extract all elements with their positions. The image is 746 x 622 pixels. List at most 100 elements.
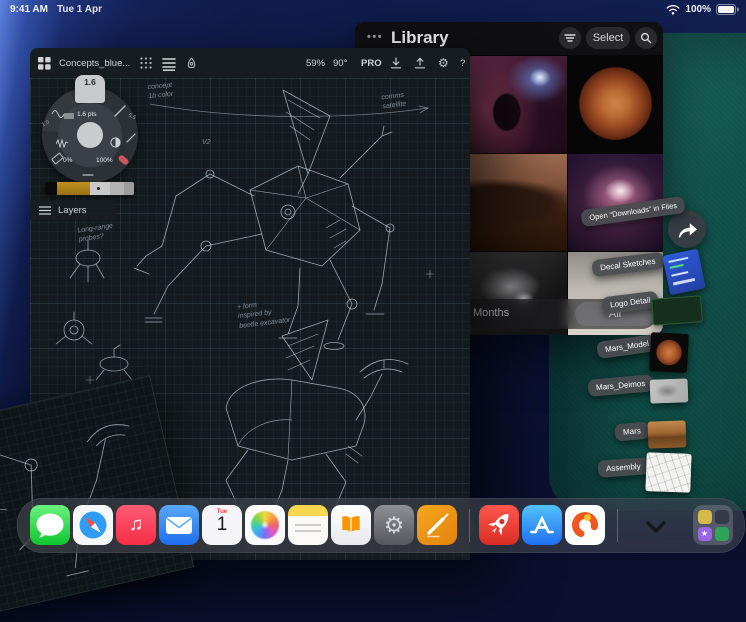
- dot-grid-button[interactable]: [140, 48, 152, 78]
- export-button[interactable]: [414, 48, 426, 78]
- safari-compass-icon: [79, 511, 107, 539]
- dock-icon-messages[interactable]: [30, 505, 70, 545]
- tool-wheel-hub[interactable]: [77, 122, 103, 148]
- forward-arrow-icon: [678, 223, 697, 238]
- selected-swatch-dot: [97, 187, 100, 190]
- filter-menu-button[interactable]: [559, 27, 581, 49]
- import-icon: [390, 57, 402, 69]
- dock-icon-settings[interactable]: ⚙: [374, 505, 414, 545]
- drag-thumb-logo-detail[interactable]: [651, 295, 703, 326]
- dock-icon-rocket-app[interactable]: [479, 505, 519, 545]
- pen-nib-button[interactable]: [185, 48, 198, 78]
- decal-mark-2: [669, 263, 684, 269]
- dock-icon-music[interactable]: ♫: [116, 505, 156, 545]
- app-library-mini-yellow: [697, 509, 712, 524]
- messages-bubble-icon: [36, 513, 64, 538]
- note-satellite: comms satellite: [381, 91, 407, 111]
- rotation-value[interactable]: 90°: [333, 48, 347, 78]
- notes-line: [295, 530, 321, 532]
- c-logo-icon: [572, 512, 598, 538]
- dock-icon-app-store[interactable]: [522, 505, 562, 545]
- dock-icon-books[interactable]: [331, 505, 371, 545]
- more-options-button[interactable]: •••: [367, 31, 383, 43]
- concepts-pen-icon: [427, 513, 449, 538]
- select-button[interactable]: Select: [586, 27, 630, 49]
- battery-percent: 100%: [685, 4, 711, 15]
- import-button[interactable]: [390, 48, 402, 78]
- layer-lines-button-selected[interactable]: [162, 48, 176, 78]
- brush-tool-icon: [114, 105, 126, 117]
- drag-thumb-assembly[interactable]: [645, 452, 692, 493]
- stroke-size-label: 1.6 pts: [77, 111, 97, 118]
- dock-divider: [617, 509, 618, 542]
- swatch-dark-gray[interactable]: [124, 182, 134, 195]
- decal-mark-1: [668, 256, 689, 263]
- dock-icon-safari[interactable]: [73, 505, 113, 545]
- dock-icon-mail[interactable]: [159, 505, 199, 545]
- drag-thumb-mars-model[interactable]: [649, 332, 689, 373]
- help-button[interactable]: ?: [460, 48, 465, 78]
- swatch-black[interactable]: [45, 182, 57, 195]
- open-book-icon: [342, 516, 360, 533]
- photo-thumb-horsehead-nebula[interactable]: [463, 56, 567, 153]
- color-swatch-bar[interactable]: [45, 182, 134, 195]
- dock-icon-c-logo-app[interactable]: [565, 505, 605, 545]
- status-bar: 9:41 AM Tue 1 Apr 100%: [0, 0, 746, 20]
- dock-icon-calendar[interactable]: Tue 1: [202, 505, 242, 545]
- app-library-mini-purple: ★: [697, 526, 712, 541]
- active-tool-flag[interactable]: 1.6: [75, 75, 105, 103]
- dot-grid-icon: [140, 57, 152, 69]
- drag-thumb-mars[interactable]: [647, 420, 687, 449]
- search-button[interactable]: [635, 27, 657, 49]
- layers-label: Layers: [58, 204, 87, 216]
- swatch-light-gray-selected[interactable]: [90, 182, 110, 195]
- calendar-day: 1: [216, 514, 228, 535]
- settings-gear-button[interactable]: ⚙: [438, 48, 449, 78]
- stroke-lines-glyph: [64, 113, 74, 119]
- tab-months[interactable]: Months: [473, 307, 509, 319]
- dock-icon-notes[interactable]: [288, 505, 328, 545]
- opacity-right-label: 100%: [96, 157, 113, 164]
- dock-icon-concepts[interactable]: [417, 505, 457, 545]
- wifi-icon: [666, 5, 680, 15]
- opacity-left-label: 0%: [63, 157, 73, 164]
- chevron-down-icon: [646, 521, 666, 533]
- share-forward-button[interactable]: [668, 210, 706, 248]
- dock-icon-photos[interactable]: [245, 505, 285, 545]
- photo-thumb-mars-globe[interactable]: [568, 56, 663, 153]
- rocket-icon: [488, 513, 509, 536]
- dock-hide-chevron[interactable]: [639, 509, 673, 548]
- pro-badge[interactable]: PRO: [361, 48, 382, 78]
- date: Tue 1 Apr: [56, 4, 102, 15]
- swatch-gold[interactable]: [57, 182, 90, 195]
- drag-thumb-mars-deimos[interactable]: [649, 378, 689, 404]
- pressure-curve-icon: [56, 139, 68, 148]
- notes-line: [295, 524, 321, 526]
- swatch-gray[interactable]: [110, 182, 124, 195]
- battery-icon: [716, 4, 739, 15]
- pen-tool-icon: [126, 133, 136, 143]
- home-grid-button[interactable]: [38, 48, 51, 78]
- tool-wheel[interactable]: 1.6 1.0 5.5 1.6 pts 0% 100%: [41, 75, 138, 183]
- search-icon: [640, 32, 652, 44]
- clock: 9:41 AM: [10, 4, 48, 15]
- export-icon: [414, 57, 426, 69]
- decal-mark-3: [671, 271, 689, 277]
- drag-pill-mars[interactable]: Mars: [614, 421, 650, 442]
- note-concept: concept 1b color: [147, 81, 174, 101]
- pen-nib-icon: [187, 57, 196, 68]
- photo-thumb-mars-landscape[interactable]: [463, 154, 567, 251]
- dock-divider: [469, 509, 470, 542]
- dock-icon-app-library[interactable]: ★: [693, 505, 733, 545]
- hamburger-icon: [39, 205, 51, 215]
- pencil-tool-icon: [82, 174, 94, 176]
- app-library-mini-dark: [714, 509, 729, 524]
- layers-button[interactable]: Layers: [30, 200, 116, 220]
- app-store-a-icon: [530, 515, 554, 534]
- document-title[interactable]: Concepts_blue...: [59, 48, 130, 78]
- note-version: V2: [202, 139, 211, 146]
- notes-yellow-strip: [288, 505, 328, 516]
- app-library-mini-green: [714, 526, 729, 541]
- drag-pill-assembly[interactable]: Assembly: [597, 457, 650, 478]
- zoom-level[interactable]: 59%: [306, 48, 325, 78]
